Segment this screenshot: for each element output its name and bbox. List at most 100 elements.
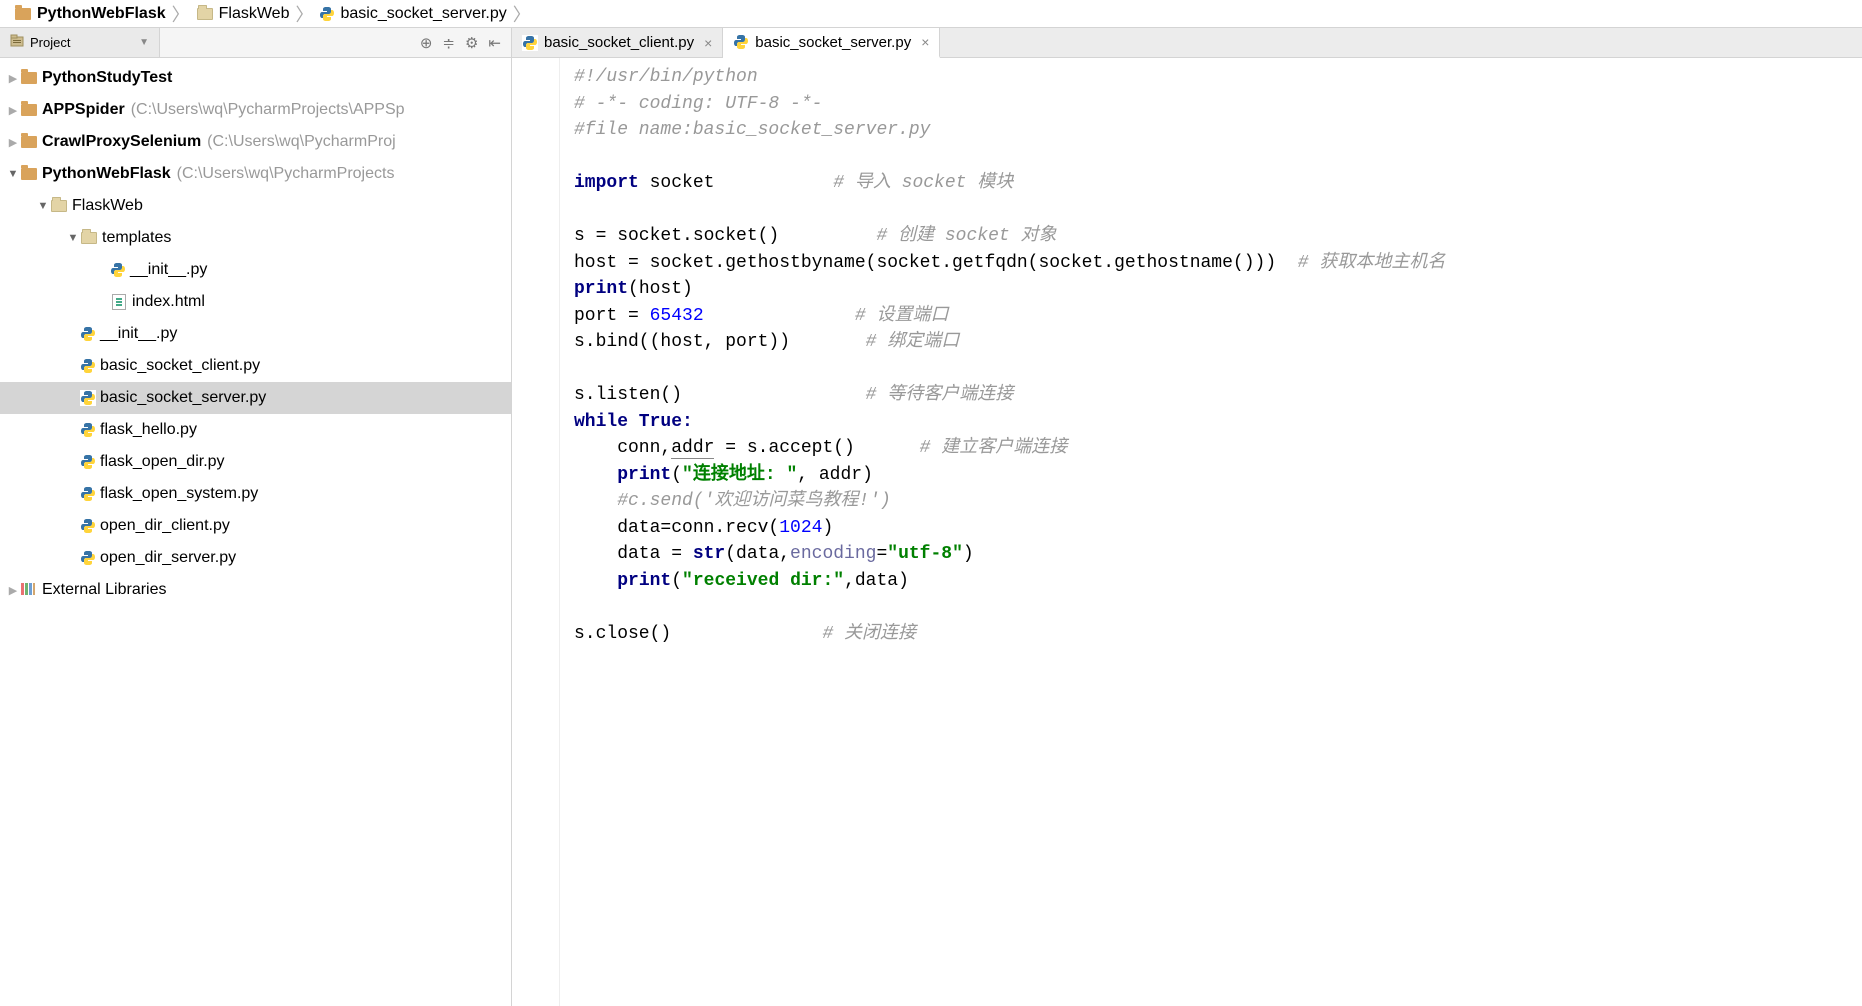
chevron-down-icon[interactable]: ▼ <box>36 200 50 212</box>
tree-item[interactable]: ▶ External Libraries <box>0 574 511 606</box>
project-icon <box>10 34 24 51</box>
python-file-icon <box>80 326 96 342</box>
tree-item[interactable]: flask_open_dir.py <box>0 446 511 478</box>
breadcrumb-item[interactable]: FlaskWeb <box>192 5 294 23</box>
tree-item-path: (C:\Users\wq\PycharmProjects\APPSp <box>131 101 405 119</box>
project-label: Project <box>30 35 70 50</box>
tree-item[interactable]: ▼ PythonWebFlask (C:\Users\wq\PycharmProje… <box>0 158 511 190</box>
python-file-icon <box>80 390 96 406</box>
tree-item-label: FlaskWeb <box>72 197 143 215</box>
tree-item[interactable]: basic_socket_server.py <box>0 382 511 414</box>
tree-item-label: PythonStudyTest <box>42 69 172 87</box>
project-tree[interactable]: ▶ PythonStudyTest ▶ APPSpider (C:\Users\wq\P… <box>0 58 511 1006</box>
python-file-icon <box>80 358 96 374</box>
close-icon[interactable]: × <box>704 35 712 51</box>
gear-icon[interactable]: ⚙ <box>465 34 478 52</box>
tree-item-label: templates <box>102 229 171 247</box>
tree-item-label: CrawlProxySelenium <box>42 133 201 151</box>
chevron-right-icon: 〉 <box>295 1 313 27</box>
breadcrumb-bar: PythonWebFlask 〉 FlaskWeb 〉 basic_socket_ser… <box>0 0 1862 28</box>
tree-item-label: APPSpider <box>42 101 125 119</box>
tree-item[interactable]: basic_socket_client.py <box>0 350 511 382</box>
tree-item[interactable]: ▶ PythonStudyTest <box>0 62 511 94</box>
tree-item[interactable]: __init__.py <box>0 254 511 286</box>
python-file-icon <box>319 6 335 22</box>
tree-item[interactable]: __init__.py <box>0 318 511 350</box>
tree-item-label: open_dir_server.py <box>100 549 236 567</box>
tree-item-path: (C:\Users\wq\PycharmProjects <box>177 165 395 183</box>
breadcrumb-label: FlaskWeb <box>219 5 290 23</box>
folder-icon <box>50 197 68 215</box>
chevron-right-icon[interactable]: ▶ <box>6 104 20 117</box>
project-view-dropdown[interactable]: Project ▼ <box>0 28 160 57</box>
python-file-icon <box>80 422 96 438</box>
tree-item-path: (C:\Users\wq\PycharmProj <box>207 133 395 151</box>
close-icon[interactable]: × <box>921 34 929 50</box>
folder-icon <box>20 165 38 183</box>
tree-item-label: open_dir_client.py <box>100 517 230 535</box>
tree-item-label: External Libraries <box>42 581 167 599</box>
python-file-icon <box>80 486 96 502</box>
tree-item-label: __init__.py <box>100 325 177 343</box>
tree-item-label: flask_open_system.py <box>100 485 258 503</box>
breadcrumb-item[interactable]: PythonWebFlask <box>10 5 170 23</box>
python-file-icon <box>80 518 96 534</box>
chevron-down-icon[interactable]: ▼ <box>66 232 80 244</box>
tree-item[interactable]: ▶ CrawlProxySelenium (C:\Users\wq\PycharmP… <box>0 126 511 158</box>
chevron-right-icon[interactable]: ▶ <box>6 136 20 149</box>
chevron-right-icon[interactable]: ▶ <box>6 584 20 597</box>
tree-item[interactable]: ▼ FlaskWeb <box>0 190 511 222</box>
folder-icon <box>20 101 38 119</box>
tree-item-label: flask_open_dir.py <box>100 453 225 471</box>
tree-item-label: basic_socket_server.py <box>100 389 266 407</box>
python-file-icon <box>110 262 126 278</box>
python-file-icon <box>80 550 96 566</box>
project-sidebar: Project ▼ ⊕ ≑ ⚙ ⇤ ▶ PythonStudyTest ▶ APPSp… <box>0 28 512 1006</box>
python-file-icon <box>733 34 749 50</box>
breadcrumb-item[interactable]: basic_socket_server.py <box>315 5 510 23</box>
code-editor[interactable]: #!/usr/bin/python # -*- coding: UTF-8 -*… <box>560 58 1862 1006</box>
hide-icon[interactable]: ⇤ <box>488 34 501 52</box>
editor-gutter <box>512 58 560 1006</box>
python-file-icon <box>522 35 538 51</box>
tree-item-label: index.html <box>132 293 205 311</box>
tree-item[interactable]: ▼ templates <box>0 222 511 254</box>
tree-item[interactable]: open_dir_server.py <box>0 542 511 574</box>
breadcrumb-label: PythonWebFlask <box>37 5 166 23</box>
folder-icon <box>14 5 32 23</box>
breadcrumb-label: basic_socket_server.py <box>340 5 506 23</box>
collapse-icon[interactable]: ≑ <box>442 34 455 52</box>
tree-item[interactable]: open_dir_client.py <box>0 510 511 542</box>
editor-tab[interactable]: basic_socket_client.py × <box>512 28 723 57</box>
folder-icon <box>196 5 214 23</box>
tab-label: basic_socket_client.py <box>544 34 694 51</box>
editor-area: basic_socket_client.py×basic_socket_serv… <box>512 28 1862 1006</box>
folder-icon <box>20 69 38 87</box>
target-icon[interactable]: ⊕ <box>420 34 433 52</box>
folder-icon <box>20 133 38 151</box>
tree-item[interactable]: ▶ APPSpider (C:\Users\wq\PycharmProjects\A… <box>0 94 511 126</box>
tree-item-label: __init__.py <box>130 261 207 279</box>
tree-item-label: PythonWebFlask <box>42 165 171 183</box>
main-layout: Project ▼ ⊕ ≑ ⚙ ⇤ ▶ PythonStudyTest ▶ APPSp… <box>0 28 1862 1006</box>
tree-item[interactable]: flask_open_system.py <box>0 478 511 510</box>
library-icon <box>20 581 38 599</box>
sidebar-toolbar: ⊕ ≑ ⚙ ⇤ <box>410 34 511 52</box>
tree-item[interactable]: flask_hello.py <box>0 414 511 446</box>
dropdown-arrow-icon: ▼ <box>139 37 149 48</box>
folder-icon <box>80 229 98 247</box>
editor-wrap: #!/usr/bin/python # -*- coding: UTF-8 -*… <box>512 58 1862 1006</box>
tree-item-label: basic_socket_client.py <box>100 357 260 375</box>
editor-tab[interactable]: basic_socket_server.py × <box>723 28 940 58</box>
python-file-icon <box>80 454 96 470</box>
chevron-right-icon: 〉 <box>172 1 190 27</box>
html-file-icon <box>110 293 128 311</box>
chevron-down-icon[interactable]: ▼ <box>6 168 20 180</box>
sidebar-header: Project ▼ ⊕ ≑ ⚙ ⇤ <box>0 28 511 58</box>
tree-item-label: flask_hello.py <box>100 421 197 439</box>
chevron-right-icon[interactable]: ▶ <box>6 72 20 85</box>
chevron-right-icon: 〉 <box>513 1 531 27</box>
tree-item[interactable]: index.html <box>0 286 511 318</box>
editor-tabs: basic_socket_client.py×basic_socket_serv… <box>512 28 1862 58</box>
tab-label: basic_socket_server.py <box>755 34 911 51</box>
